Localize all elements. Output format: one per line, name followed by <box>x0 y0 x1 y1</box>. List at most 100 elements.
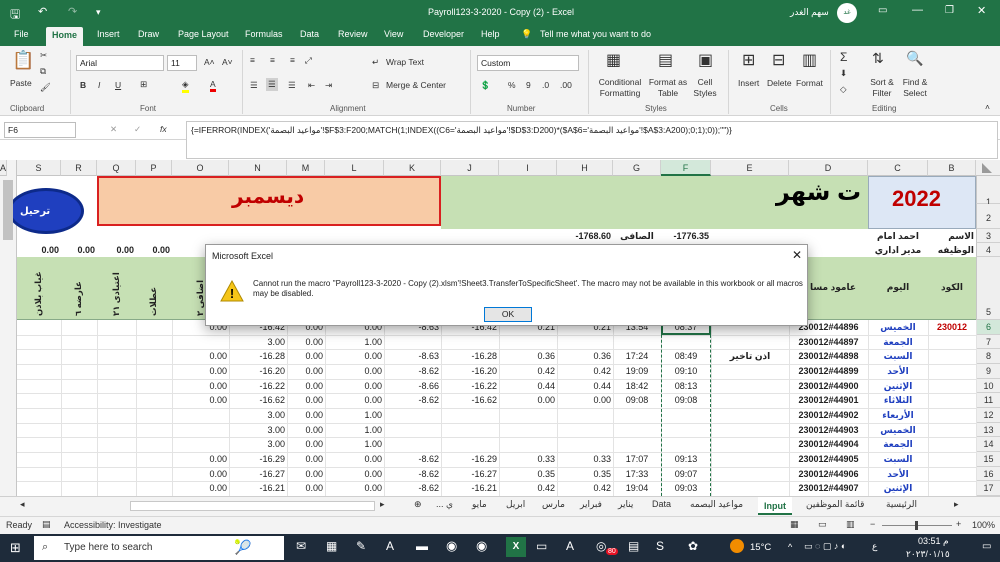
cell-n-13[interactable]: 3.00 <box>229 423 287 437</box>
align-middle-icon[interactable]: ≡ <box>270 55 275 65</box>
decrease-decimal-icon[interactable]: .00 <box>560 80 572 90</box>
worksheet-grid[interactable]: S R Q P O N M L K J I H G F E D C B A 1 2 3 4 5 6 7 8 9 10 11 12 13 14 15… <box>0 160 1000 496</box>
cell-n-14[interactable]: 3.00 <box>229 437 287 451</box>
clear-icon[interactable]: ◇ <box>840 84 847 95</box>
cell-o-16[interactable]: 0.00 <box>172 467 229 481</box>
cell-d-11[interactable]: 230012#44901 <box>789 393 868 407</box>
sheet-tab-march[interactable]: مارس <box>542 499 565 510</box>
row-header-11[interactable]: 11 <box>976 393 1000 408</box>
cell-h-15[interactable]: 0.33 <box>557 452 613 466</box>
increase-indent-icon[interactable]: ⇥ <box>325 80 332 91</box>
cell-c-15[interactable]: السبت <box>868 452 928 466</box>
cell-i-15[interactable]: 0.33 <box>499 452 557 466</box>
cell-d-12[interactable]: 230012#44902 <box>789 408 868 422</box>
cell-o-15[interactable]: 0.00 <box>172 452 229 466</box>
percent-icon[interactable]: % <box>508 80 516 90</box>
clock-time[interactable]: 03:51 م <box>918 536 949 547</box>
column-header-i[interactable]: I <box>499 160 557 176</box>
cell-c-10[interactable]: الإثنين <box>868 379 928 393</box>
cell-d-17[interactable]: 230012#44907 <box>789 481 868 495</box>
cell-g-10[interactable]: 18:42 <box>613 379 661 393</box>
tab-view[interactable]: View <box>384 29 403 39</box>
cell-d-14[interactable]: 230012#44904 <box>789 437 868 451</box>
sheet-tab-april[interactable]: ابريل <box>506 499 525 510</box>
scroll-tabs-left-icon[interactable]: ◂ <box>20 499 25 510</box>
zoom-level[interactable]: 100% <box>972 520 995 530</box>
insert-function-icon[interactable]: fx <box>160 124 167 134</box>
align-bottom-icon[interactable]: ≡ <box>290 55 295 65</box>
column-header-g[interactable]: G <box>613 160 661 176</box>
cell-m-7[interactable]: 0.00 <box>287 335 325 349</box>
column-header-m[interactable]: M <box>287 160 325 176</box>
tab-help[interactable]: Help <box>481 29 500 39</box>
cell-l-11[interactable]: 0.00 <box>325 393 384 407</box>
cell-k-15[interactable]: -8.62 <box>384 452 441 466</box>
clock-date[interactable]: ٢٠٢٣/٠١/١٥ <box>906 549 950 560</box>
wrap-text-icon[interactable]: ↵ <box>372 57 379 68</box>
conditional-formatting-icon[interactable]: ▦ <box>606 50 621 70</box>
sheet-tab-main[interactable]: الرئيسية <box>886 499 917 510</box>
accessibility-status[interactable]: Accessibility: Investigate <box>64 520 162 530</box>
cell-n-9[interactable]: -16.20 <box>229 364 287 378</box>
cell-c-11[interactable]: الثلاثاء <box>868 393 928 407</box>
weather-icon[interactable] <box>730 539 744 553</box>
sheet-tab-january[interactable]: يناير <box>618 499 633 510</box>
row-header-7[interactable]: 7 <box>976 335 1000 349</box>
sort-filter-button[interactable]: Sort & Filter <box>866 77 898 99</box>
app-a2-icon[interactable]: A <box>566 539 574 553</box>
column-header-f[interactable]: F <box>661 160 711 176</box>
tray-icons[interactable]: ▭ ◌ ▢ ♪ ◐ <box>804 541 846 552</box>
column-header-n[interactable]: N <box>229 160 287 176</box>
row-header-9[interactable]: 9 <box>976 364 1000 379</box>
cell-d-16[interactable]: 230012#44906 <box>789 467 868 481</box>
align-top-icon[interactable]: ≡ <box>250 55 255 65</box>
cell-m-9[interactable]: 0.00 <box>287 364 325 378</box>
delete-cells-button[interactable]: Delete <box>767 78 792 88</box>
cell-n-11[interactable]: -16.62 <box>229 393 287 407</box>
cell-i-17[interactable]: 0.42 <box>499 481 557 495</box>
row-header-2[interactable]: 2 <box>976 204 1000 229</box>
increase-decimal-icon[interactable]: .0 <box>542 80 549 90</box>
column-header-c[interactable]: C <box>868 160 928 176</box>
insert-cells-button[interactable]: Insert <box>738 78 759 88</box>
sheet-tab-february[interactable]: فبراير <box>580 499 602 510</box>
column-header-l[interactable]: L <box>325 160 384 176</box>
orientation-icon[interactable]: ⤢ <box>305 55 312 66</box>
media-icon[interactable]: ▬ <box>416 539 428 553</box>
cell-c-13[interactable]: الخميس <box>868 423 928 437</box>
app-sheet-icon[interactable]: ▤ <box>628 539 639 553</box>
column-header-j[interactable]: J <box>441 160 499 176</box>
cell-m-11[interactable]: 0.00 <box>287 393 325 407</box>
font-size-select[interactable]: 11 <box>167 55 197 71</box>
cell-n-12[interactable]: 3.00 <box>229 408 287 422</box>
row-header-10[interactable]: 10 <box>976 379 1000 393</box>
page-layout-view-icon[interactable]: ▭ <box>818 519 827 530</box>
cell-styles-icon[interactable]: ▣ <box>698 50 713 70</box>
decrease-font-icon[interactable]: A˅ <box>222 57 233 67</box>
cell-o-9[interactable]: 0.00 <box>172 364 229 378</box>
collapse-ribbon-icon[interactable]: ˄ <box>985 102 990 112</box>
underline-icon[interactable]: U <box>115 80 121 90</box>
cell-g-15[interactable]: 17:07 <box>613 452 661 466</box>
cell-l-17[interactable]: 0.00 <box>325 481 384 495</box>
paste-icon[interactable]: 📋 <box>12 50 34 71</box>
cell-n-8[interactable]: -16.28 <box>229 349 287 363</box>
formula-input[interactable]: {=IFERROR(INDEX('مواعيد البصمة'!$F$3:F20… <box>186 121 998 159</box>
cell-n-15[interactable]: -16.29 <box>229 452 287 466</box>
column-header-h[interactable]: H <box>557 160 613 176</box>
column-header-p[interactable]: P <box>136 160 172 176</box>
notifications-icon[interactable]: ▭ <box>982 541 991 552</box>
cell-d-8[interactable]: 230012#44898 <box>789 349 868 363</box>
save-icon[interactable]: 🖫 <box>10 5 20 26</box>
cell-k-10[interactable]: -8.66 <box>384 379 441 393</box>
cell-i-16[interactable]: 0.35 <box>499 467 557 481</box>
cell-h-9[interactable]: 0.42 <box>557 364 613 378</box>
cell-i-8[interactable]: 0.36 <box>499 349 557 363</box>
cell-h-10[interactable]: 0.44 <box>557 379 613 393</box>
find-select-icon[interactable]: 🔍 <box>906 50 923 67</box>
zoom-slider-thumb[interactable] <box>915 521 918 530</box>
cell-g-17[interactable]: 19:04 <box>613 481 661 495</box>
undo-icon[interactable]: ↶ <box>38 5 47 18</box>
cell-m-10[interactable]: 0.00 <box>287 379 325 393</box>
row-header-4[interactable]: 4 <box>976 243 1000 257</box>
